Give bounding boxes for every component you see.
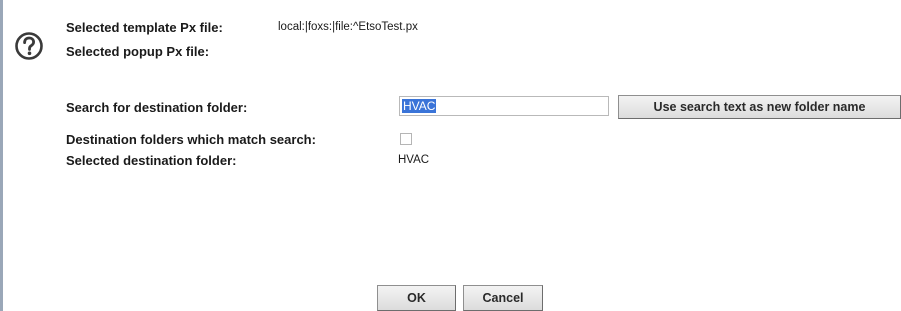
destination-folder-value: HVAC xyxy=(398,154,430,166)
question-mark-circle-icon xyxy=(15,32,43,60)
matching-folders-checkbox[interactable] xyxy=(400,133,412,145)
template-file-label: Selected template Px file: xyxy=(66,20,223,35)
matching-folders-label: Destination folders which match search: xyxy=(66,132,316,147)
search-folder-label: Search for destination folder: xyxy=(66,100,248,115)
search-folder-input[interactable]: HVAC xyxy=(399,96,609,116)
cancel-button[interactable]: Cancel xyxy=(463,285,543,311)
ok-button[interactable]: OK xyxy=(377,285,456,311)
destination-folder-label: Selected destination folder: xyxy=(66,153,237,168)
template-file-value: local:|foxs:|file:^EtsoTest.px xyxy=(278,21,418,33)
use-search-text-button[interactable]: Use search text as new folder name xyxy=(618,95,901,119)
dialog-left-border xyxy=(0,0,3,311)
popup-file-label: Selected popup Px file: xyxy=(66,44,210,59)
search-folder-input-text: HVAC xyxy=(402,99,437,113)
